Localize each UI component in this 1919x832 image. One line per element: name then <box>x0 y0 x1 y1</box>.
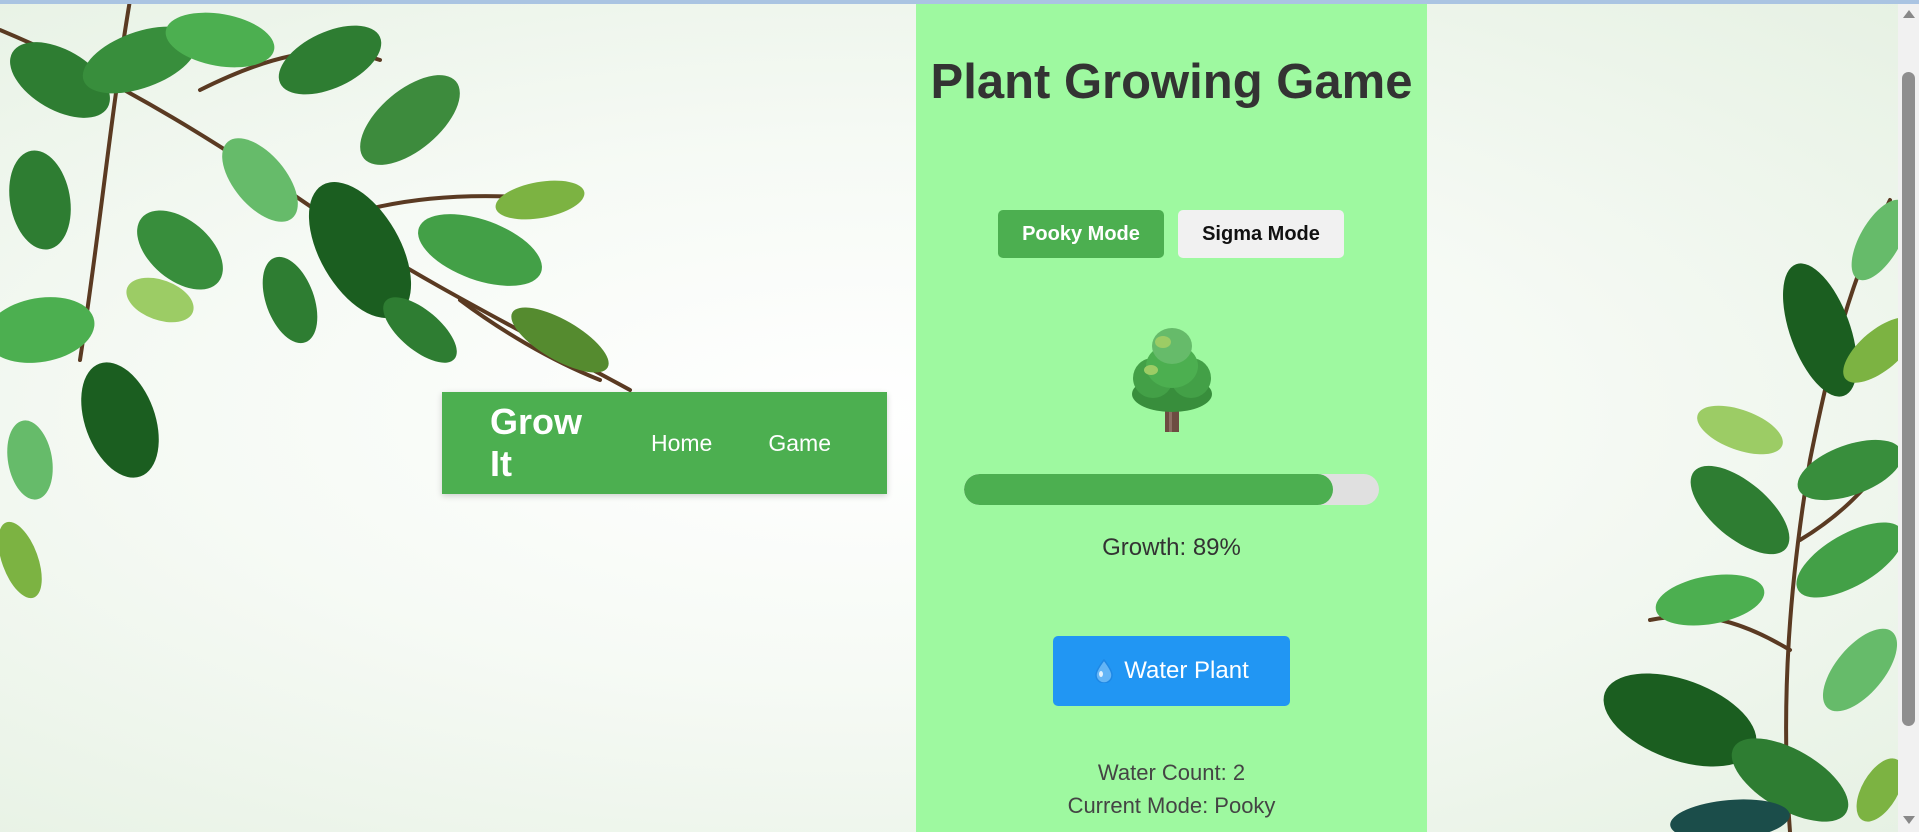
scroll-down-arrow-icon[interactable] <box>1903 816 1915 824</box>
top-border <box>0 0 1919 4</box>
game-title: Plant Growing Game <box>930 55 1413 109</box>
nav-link-home[interactable]: Home <box>651 430 712 457</box>
pooky-mode-button[interactable]: Pooky Mode <box>998 210 1164 258</box>
growth-label: Growth: 89% <box>1102 534 1241 561</box>
water-drop-icon <box>1094 659 1114 683</box>
scroll-up-arrow-icon[interactable] <box>1903 10 1915 18</box>
deciduous-tree-icon <box>1132 328 1212 432</box>
sigma-mode-button[interactable]: Sigma Mode <box>1178 210 1344 258</box>
water-plant-button[interactable]: Water Plant <box>1053 636 1290 706</box>
game-panel: Plant Growing Game Pooky Mode Sigma Mode… <box>916 4 1427 832</box>
navbar: Grow It Home Game <box>442 392 887 494</box>
scrollbar-thumb[interactable] <box>1902 72 1915 726</box>
water-count-text: Water Count: 2 <box>1097 760 1246 785</box>
brand-logo-text[interactable]: Grow It <box>490 401 603 485</box>
growth-progress-bar <box>964 474 1379 505</box>
growth-progress-fill <box>964 474 1334 505</box>
leaf-decoration-left-image <box>0 0 632 599</box>
leaf-decoration-right-image <box>1603 198 1900 832</box>
current-mode-text: Current Mode: Pooky <box>1067 793 1276 818</box>
vertical-scrollbar[interactable] <box>1898 4 1919 832</box>
water-plant-button-label: Water Plant <box>1124 657 1249 684</box>
nav-link-game[interactable]: Game <box>768 430 831 457</box>
